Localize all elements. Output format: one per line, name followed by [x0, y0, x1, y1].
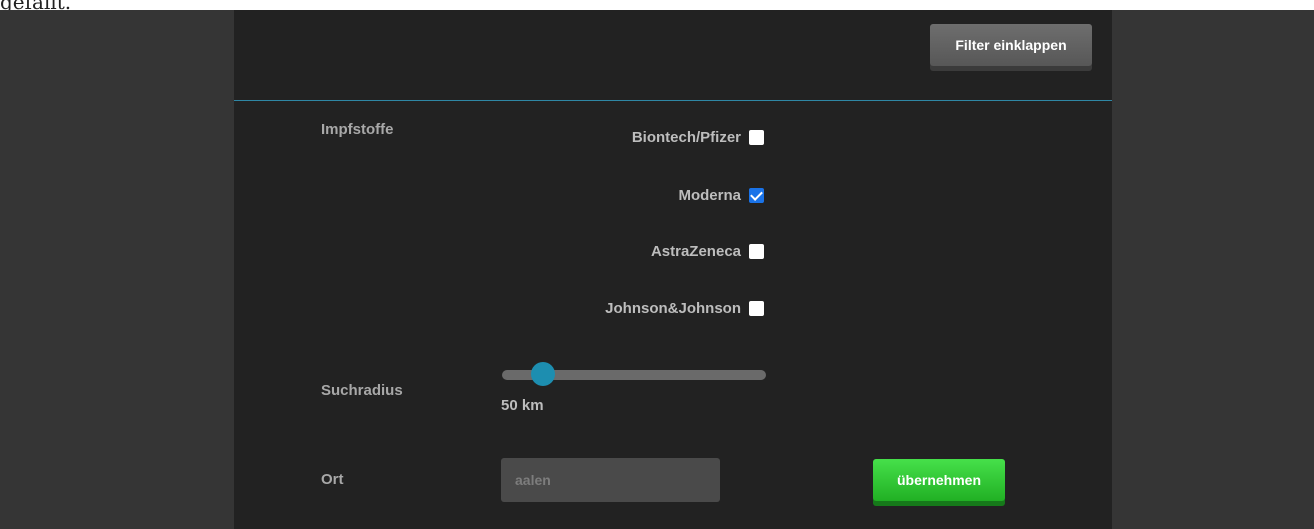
- apply-button[interactable]: übernehmen: [873, 459, 1005, 501]
- vaccine-option-johnson[interactable]: Johnson&Johnson: [605, 300, 764, 317]
- vaccine-option-label: Moderna: [678, 187, 741, 204]
- filter-header: Filter einklappen: [234, 10, 1112, 100]
- vaccine-option-label: AstraZeneca: [650, 243, 741, 260]
- vaccines-label: Impfstoffe: [321, 121, 394, 138]
- location-label: Ort: [321, 471, 344, 488]
- radius-label: Suchradius: [321, 382, 403, 399]
- radius-slider-thumb[interactable]: [530, 362, 555, 386]
- vaccine-option-label: Johnson&Johnson: [605, 300, 741, 317]
- vaccine-checkbox[interactable]: [749, 301, 764, 316]
- vaccine-option-astrazeneca[interactable]: AstraZeneca: [651, 243, 764, 260]
- location-input[interactable]: aalen: [501, 458, 720, 502]
- filter-panel: Filter einklappen Impfstoffe Biontech/Pf…: [234, 10, 1112, 529]
- location-placeholder: aalen: [515, 472, 551, 488]
- header-divider: [234, 100, 1112, 101]
- collapse-filter-button[interactable]: Filter einklappen: [930, 24, 1092, 66]
- radius-value: 50 km: [501, 397, 544, 414]
- vaccine-checkbox[interactable]: [749, 130, 764, 145]
- vaccine-option-label: Biontech/Pfizer: [631, 129, 741, 146]
- vaccine-checkbox[interactable]: [749, 188, 764, 203]
- vaccine-checkbox[interactable]: [749, 244, 764, 259]
- vaccine-option-moderna[interactable]: Moderna: [678, 187, 764, 204]
- page-background: Filter einklappen Impfstoffe Biontech/Pf…: [0, 10, 1314, 529]
- vaccine-option-biontech[interactable]: Biontech/Pfizer: [632, 129, 764, 146]
